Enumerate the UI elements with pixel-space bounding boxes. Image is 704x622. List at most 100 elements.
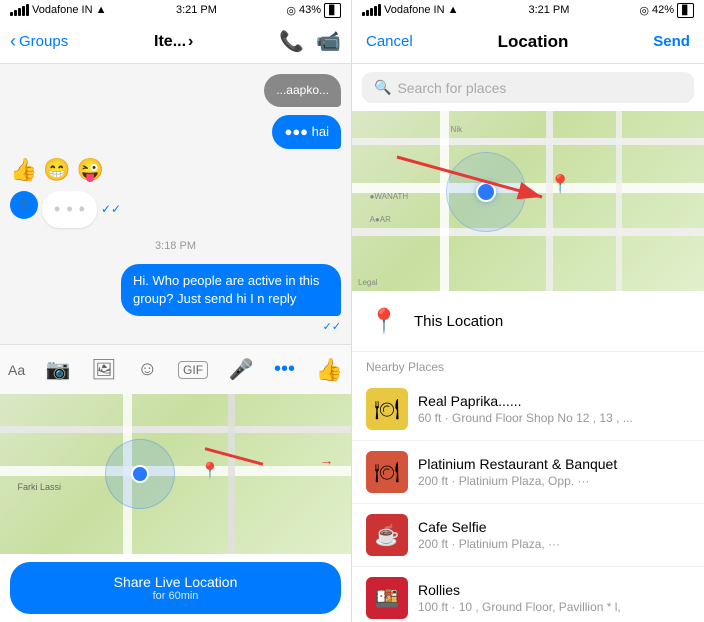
- place-item[interactable]: 🍽Platinium Restaurant & Banquet200 ft · …: [352, 441, 704, 504]
- this-location-label: This Location: [414, 313, 503, 330]
- avatar: 👤: [10, 191, 38, 219]
- location-icon: ◎: [639, 4, 649, 17]
- left-status-bar: Vodafone IN ▲ 3:21 PM ◎ 43% ▊: [0, 0, 351, 20]
- chevron-left-icon: ‹: [10, 31, 16, 52]
- typing-wrapper: 👤 • • • ✓✓: [10, 191, 341, 228]
- location-list: 📍 This Location Nearby Places 🍽 Real Papr…: [352, 291, 704, 622]
- thumbs-up-emoji: 👍: [10, 157, 37, 183]
- map-street-label: Farki Lassi: [18, 482, 62, 492]
- video-icon[interactable]: 📹: [316, 29, 341, 54]
- place-item[interactable]: 🍽 Real Paprika...... 60 ft · Ground Floor …: [352, 378, 704, 441]
- signal-icon: [362, 4, 381, 16]
- map-street-label-aar: A●AR: [370, 215, 391, 224]
- search-bar[interactable]: 🔍 Search for places: [362, 72, 694, 103]
- more-icon[interactable]: •••: [274, 358, 295, 381]
- place-item[interactable]: ☕ Cafe Selfie 200 ft · Platinium Plaza, ··…: [352, 504, 704, 567]
- place-thumbnail: 🍱: [366, 577, 408, 619]
- battery-icon: ▊: [324, 3, 341, 18]
- place-name: Cafe Selfie: [418, 519, 690, 535]
- place-info: Cafe Selfie 200 ft · Platinium Plaza, ···: [418, 519, 690, 551]
- right-battery: ◎ 42% ▊: [639, 3, 694, 18]
- right-panel: Vodafone IN ▲ 3:21 PM ◎ 42% ▊ Cancel Loc…: [352, 0, 704, 622]
- right-carrier: Vodafone IN ▲: [362, 4, 458, 16]
- place-name: Rollies: [418, 582, 690, 598]
- emoji-icon[interactable]: ☺: [137, 358, 157, 381]
- map-road: [352, 228, 704, 236]
- pin-icon: 📍: [369, 307, 399, 336]
- typing-indicator: • • •: [42, 191, 97, 228]
- place-distance: 60 ft · Ground Floor Shop No 12 , 13 , .…: [418, 411, 690, 425]
- search-icon: 🔍: [374, 79, 391, 96]
- place-info: Rollies 100 ft · 10 , Ground Floor, Pavil…: [418, 582, 690, 614]
- location-icon: ◎: [286, 4, 296, 17]
- camera-icon[interactable]: 📷: [46, 357, 71, 382]
- map-road: [352, 138, 704, 145]
- chat-toolbar: Aa 📷 🖼 ☺ GIF 🎤 ••• 👍: [0, 344, 351, 394]
- signal-icon: [10, 4, 29, 16]
- outgoing-bubble: ●●● hai: [272, 115, 341, 149]
- search-placeholder: Search for places: [397, 80, 506, 96]
- nearby-places-header: Nearby Places: [352, 352, 704, 378]
- read-checkmark-icon: ✓✓: [323, 320, 341, 333]
- battery-percent: 42%: [652, 4, 674, 16]
- place-item[interactable]: 🍱 Rollies 100 ft · 10 , Ground Floor, Pavi…: [352, 567, 704, 622]
- map-road: [0, 466, 351, 476]
- wifi-icon: ▲: [448, 4, 459, 16]
- chat-area: ...aapko... ●●● hai 👍 😁 😜 👤 • • • ✓✓: [0, 64, 351, 344]
- left-carrier: Vodafone IN ▲: [10, 4, 106, 16]
- like-icon[interactable]: 👍: [316, 357, 343, 383]
- share-live-location-button[interactable]: Share Live Location for 60min: [10, 562, 341, 614]
- right-nav-bar: Cancel Location Send: [352, 20, 704, 64]
- gif-button[interactable]: GIF: [178, 361, 208, 379]
- left-battery: ◎ 43% ▊: [286, 3, 341, 18]
- typing-bubble: • • • ✓✓: [42, 191, 121, 228]
- location-pin: 📍: [200, 461, 220, 481]
- phone-icon[interactable]: 📞: [279, 29, 304, 54]
- places-list: 🍽 Real Paprika...... 60 ft · Ground Floor …: [352, 378, 704, 622]
- photo-icon[interactable]: 🖼: [91, 357, 116, 382]
- place-info: Platinium Restaurant & Banquet 200 ft · P…: [418, 456, 690, 488]
- chat-title: Ite... ›: [154, 33, 193, 51]
- message-bubble-wrapper: ...aapko...: [10, 74, 341, 107]
- wifi-icon: ▲: [96, 4, 107, 16]
- left-time: 3:21 PM: [176, 4, 217, 16]
- place-thumbnail: ☕: [366, 514, 408, 556]
- emoji-row: 👍 😁 😜: [10, 157, 341, 183]
- checkmark-icon: ✓✓: [101, 202, 121, 216]
- map-background: 📍 Nik ●WANATH A●AR Legal: [352, 111, 704, 291]
- map-legal: Legal: [358, 278, 378, 287]
- cancel-button[interactable]: Cancel: [366, 33, 413, 50]
- mic-icon[interactable]: 🎤: [229, 357, 254, 382]
- map-street-label-wanath: ●WANATH: [370, 192, 409, 201]
- send-button[interactable]: Send: [653, 33, 690, 50]
- nav-action-icons: 📞 📹: [279, 29, 341, 54]
- message-timestamp: 3:18 PM: [10, 240, 341, 252]
- back-button[interactable]: ‹ Groups: [10, 31, 68, 52]
- map-road: [228, 394, 235, 554]
- map-road: [616, 111, 622, 291]
- battery-icon: ▊: [677, 3, 694, 18]
- this-location-item[interactable]: 📍 This Location: [352, 291, 704, 352]
- location-map[interactable]: 📍 Nik ●WANATH A●AR Legal: [352, 111, 704, 291]
- aa-label: Aa: [8, 362, 25, 378]
- map-street-label-nik: Nik: [451, 125, 463, 134]
- place-distance: 100 ft · 10 , Ground Floor, Pavillion * …: [418, 600, 690, 614]
- battery-percent: 43%: [299, 4, 321, 16]
- message-bubble-wrapper: Hi. Who people are active in this group?…: [10, 264, 341, 333]
- chevron-right-icon: ›: [188, 33, 193, 51]
- right-time: 3:21 PM: [528, 4, 569, 16]
- left-panel: Vodafone IN ▲ 3:21 PM ◎ 43% ▊ ‹ Groups I…: [0, 0, 352, 622]
- red-arrowhead: →: [319, 452, 333, 468]
- map-preview[interactable]: 📍 → Farki Lassi: [0, 394, 351, 554]
- this-location-pin-icon: 📍: [366, 303, 402, 339]
- grinning-emoji: 😁: [43, 157, 70, 183]
- map-road: [0, 426, 351, 433]
- place-distance: 200 ft · Platinium Plaza, ···: [418, 537, 690, 551]
- place-thumbnail: 🍽: [366, 388, 408, 430]
- place-name: Platinium Restaurant & Banquet: [418, 456, 690, 472]
- outgoing-bubble: Hi. Who people are active in this group?…: [121, 264, 341, 316]
- place-info: Real Paprika...... 60 ft · Ground Floor S…: [418, 393, 690, 425]
- message-bubble-wrapper: ●●● hai: [10, 115, 341, 149]
- place-distance: 200 ft · Platinium Plaza, Opp. ···: [418, 474, 690, 488]
- place-name: Real Paprika......: [418, 393, 690, 409]
